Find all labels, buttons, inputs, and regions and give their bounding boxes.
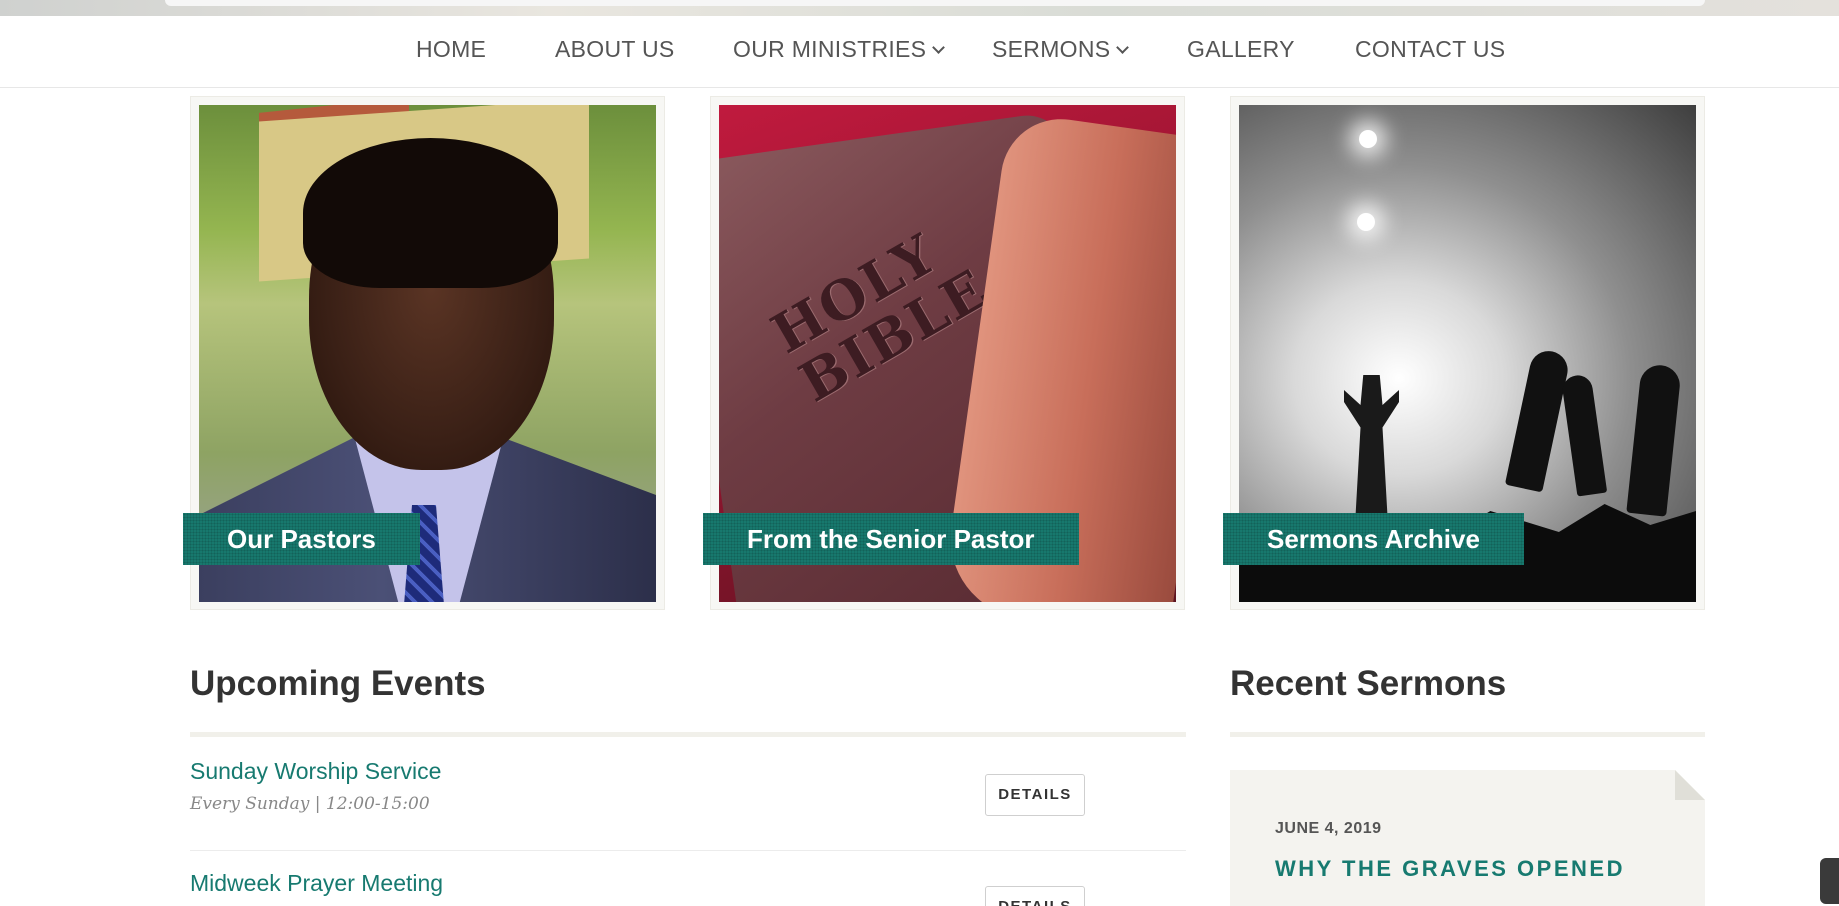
event-details-button[interactable]: DETAILS [985,774,1085,816]
nav-contact-us-label: CONTACT US [1355,36,1506,62]
event-title-sunday-worship[interactable]: Sunday Worship Service [190,758,441,785]
main-navigation: HOME ABOUT US OUR MINISTRIES SERMONS GAL… [0,16,1839,88]
nav-contact-us[interactable]: CONTACT US [1355,36,1505,63]
nav-sermons[interactable]: SERMONS [992,36,1130,63]
chevron-down-icon [1116,41,1130,54]
nav-our-ministries[interactable]: OUR MINISTRIES [733,36,946,63]
nav-sermons-label: SERMONS [992,36,1111,62]
feature-card-sermons-archive[interactable]: Sermons Archive [1223,96,1705,610]
nav-about-us[interactable]: ABOUT US [555,36,675,63]
upcoming-events-heading: Upcoming Events [190,664,486,703]
event-details-button[interactable]: DETAILS [985,886,1085,906]
event-title-midweek-prayer[interactable]: Midweek Prayer Meeting [190,870,443,897]
nav-home[interactable]: HOME [416,36,486,63]
stage-light [1359,130,1377,148]
nav-about-us-label: ABOUT US [555,36,675,62]
top-banner-strip [0,0,1839,16]
stage-light [1357,213,1375,231]
photo-hair [303,138,558,288]
sermons-divider [1230,732,1705,737]
nav-gallery-label: GALLERY [1187,36,1295,62]
events-divider [190,732,1186,737]
scroll-to-top-tab[interactable] [1820,858,1839,904]
feature-label-our-pastors[interactable]: Our Pastors [183,513,420,565]
nav-gallery[interactable]: GALLERY [1187,36,1295,63]
event-separator [190,850,1186,851]
feature-card-our-pastors[interactable]: Our Pastors [183,96,665,610]
sermon-date: JUNE 4, 2019 [1275,820,1382,837]
recent-sermons-heading: Recent Sermons [1230,664,1507,703]
sermon-card[interactable] [1230,770,1705,906]
nav-home-label: HOME [416,36,487,62]
event-meta-sunday-worship: Every Sunday | 12:00-15:00 [190,794,430,814]
chevron-down-icon [932,41,946,54]
sermon-title[interactable]: WHY THE GRAVES OPENED [1275,856,1625,882]
feature-label-sermons-archive[interactable]: Sermons Archive [1223,513,1524,565]
feature-label-senior-pastor[interactable]: From the Senior Pastor [703,513,1079,565]
feature-card-senior-pastor[interactable]: HOLY BIBLE From the Senior Pastor [703,96,1185,610]
nav-our-ministries-label: OUR MINISTRIES [733,36,927,62]
sermon-card-corner-fold [1675,770,1705,800]
header-search-bar-edge [165,0,1705,6]
